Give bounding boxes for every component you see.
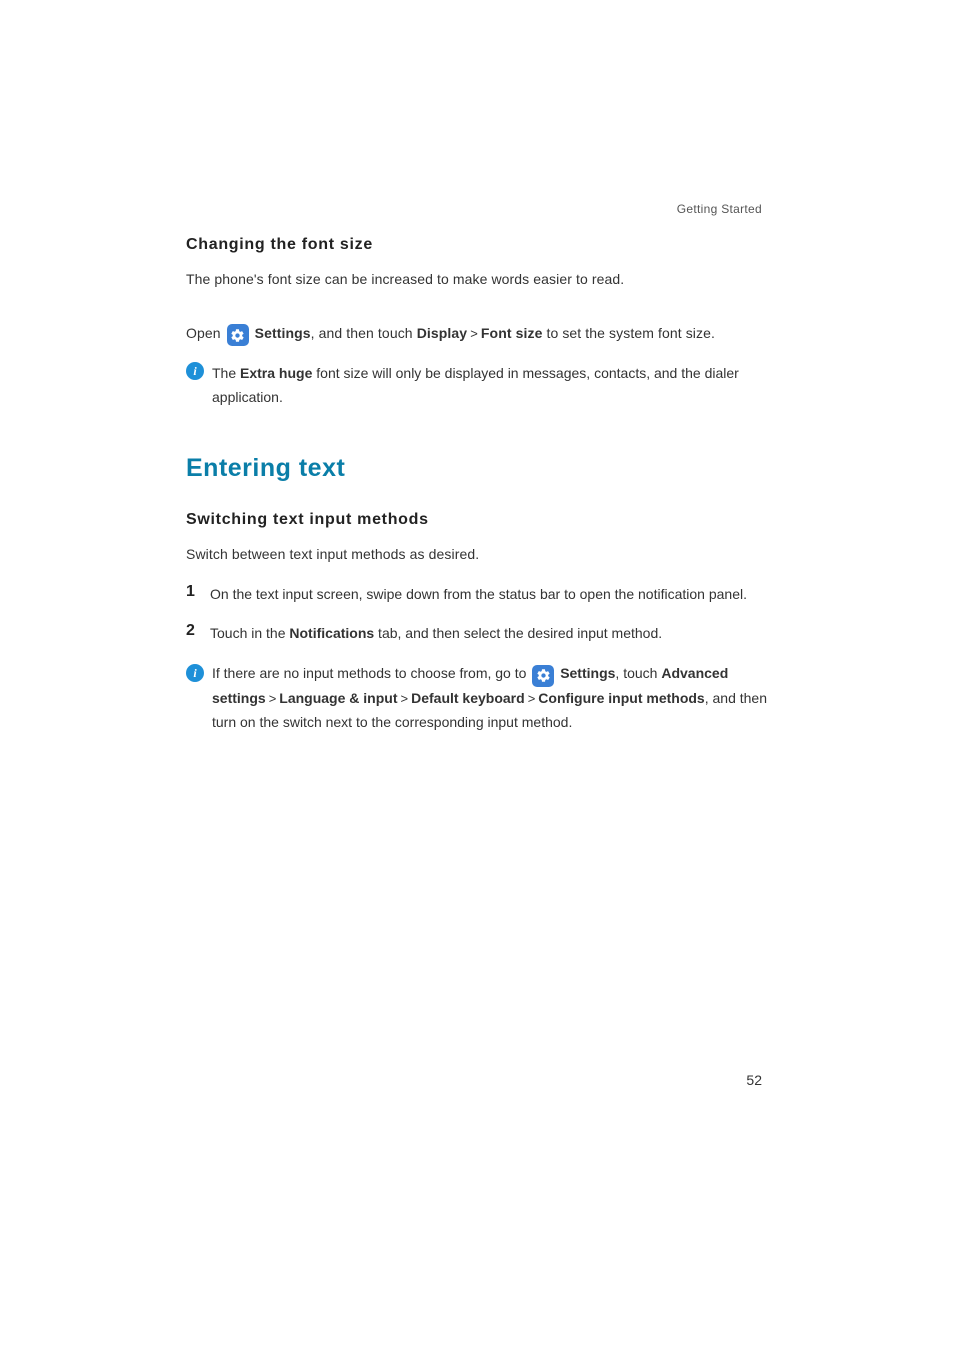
settings-icon bbox=[532, 665, 554, 687]
text-configure-input: Configure input methods bbox=[538, 690, 704, 706]
text-font-size: Font size bbox=[481, 325, 543, 341]
list-text: Touch in the Notifications tab, and then… bbox=[210, 622, 662, 646]
info-note-input-methods: i If there are no input methods to choos… bbox=[186, 662, 770, 734]
list-number: 2 bbox=[186, 622, 200, 646]
list-text: On the text input screen, swipe down fro… bbox=[210, 583, 747, 607]
text: The bbox=[212, 365, 240, 381]
text: Open bbox=[186, 325, 225, 341]
page: Getting Started Changing the font size T… bbox=[0, 0, 954, 1350]
settings-icon bbox=[227, 324, 249, 346]
list-item: 1 On the text input screen, swipe down f… bbox=[186, 583, 770, 607]
heading-changing-font-size: Changing the font size bbox=[186, 236, 770, 254]
separator: > bbox=[467, 326, 481, 341]
list-number: 1 bbox=[186, 583, 200, 607]
text-language-input: Language & input bbox=[279, 690, 397, 706]
separator: > bbox=[525, 691, 539, 706]
heading-switching-input: Switching text input methods bbox=[186, 511, 770, 529]
text-default-keyboard: Default keyboard bbox=[411, 690, 525, 706]
text: If there are no input methods to choose … bbox=[212, 665, 530, 681]
text-extra-huge: Extra huge bbox=[240, 365, 312, 381]
separator: > bbox=[398, 691, 412, 706]
info-icon: i bbox=[186, 362, 204, 380]
info-icon: i bbox=[186, 664, 204, 682]
note-text: The Extra huge font size will only be di… bbox=[212, 362, 770, 410]
text-settings: Settings bbox=[560, 665, 615, 681]
breadcrumb: Getting Started bbox=[677, 202, 762, 216]
numbered-list: 1 On the text input screen, swipe down f… bbox=[186, 583, 770, 647]
list-item: 2 Touch in the Notifications tab, and th… bbox=[186, 622, 770, 646]
text: tab, and then select the desired input m… bbox=[374, 625, 662, 641]
page-number: 52 bbox=[746, 1072, 762, 1088]
section-title-entering-text: Entering text bbox=[186, 454, 770, 483]
text: , and then touch bbox=[311, 325, 417, 341]
text: Touch bbox=[210, 625, 251, 641]
info-note-extra-huge: i The Extra huge font size will only be … bbox=[186, 362, 770, 410]
text: to set the system font size. bbox=[542, 325, 715, 341]
text-display: Display bbox=[417, 325, 468, 341]
text: , touch bbox=[615, 665, 661, 681]
para-font-size-intro: The phone's font size can be increased t… bbox=[186, 268, 770, 292]
note-text: If there are no input methods to choose … bbox=[212, 662, 770, 734]
text-settings: Settings bbox=[255, 325, 311, 341]
para-switch-intro: Switch between text input methods as des… bbox=[186, 543, 770, 567]
para-open-settings: Open Settings, and then touch Display>Fo… bbox=[186, 322, 770, 347]
separator: > bbox=[266, 691, 280, 706]
text-notifications: Notifications bbox=[289, 625, 374, 641]
text: in the bbox=[251, 625, 289, 641]
